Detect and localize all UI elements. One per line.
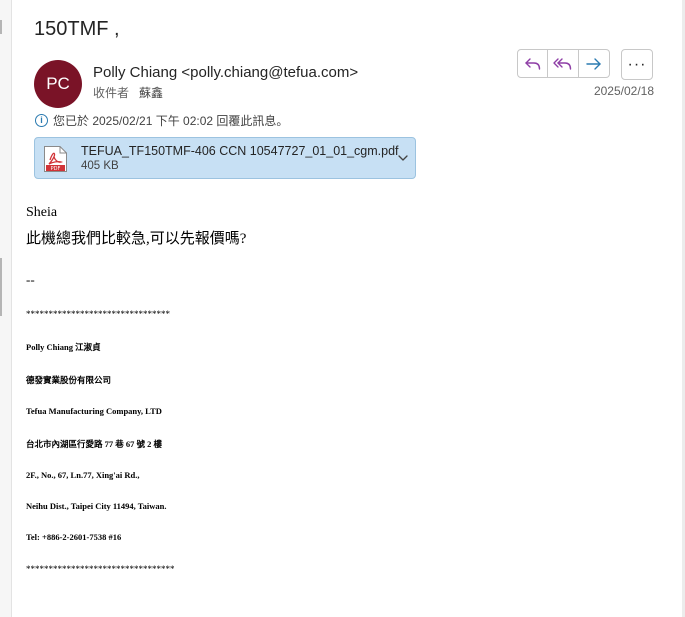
body-greeting: Sheia	[26, 205, 58, 220]
pdf-label: PDF	[51, 166, 61, 172]
chevron-down-icon[interactable]	[397, 152, 409, 164]
signature-line: *********************************	[26, 564, 175, 574]
signature-separator: --	[26, 272, 35, 287]
recipient-row: 收件者 蘇鑫	[93, 84, 163, 101]
attachment-filename[interactable]: TEFUA_TF150TMF-406 CCN 10547727_01_01_cg…	[81, 144, 399, 158]
email-subject: 150TMF ,	[34, 18, 120, 40]
sent-date: 2025/02/18	[593, 84, 654, 98]
signature-line: Tel: +886-2-2601-7538 #16	[26, 532, 122, 542]
sender-name[interactable]: Polly Chiang <polly.chiang@tefua.com>	[93, 64, 358, 81]
reply-all-icon	[553, 57, 572, 70]
info-icon: i	[35, 114, 48, 127]
message-actions	[517, 49, 610, 78]
reply-icon	[524, 57, 540, 70]
signature-line: 德發實業股份有限公司	[26, 375, 112, 385]
signature-line: Tefua Manufacturing Company, LTD	[26, 406, 162, 416]
reply-all-button[interactable]	[548, 49, 579, 78]
more-actions-button[interactable]: ···	[621, 49, 653, 80]
reply-notice: i 您已於 2025/02/21 下午 02:02 回覆此訊息。	[35, 112, 288, 129]
signature-line: Neihu Dist., Taipei City 11494, Taiwan.	[26, 501, 167, 511]
reply-button[interactable]	[517, 49, 548, 78]
attachment-size: 405 KB	[81, 160, 119, 172]
edge-mark	[0, 20, 2, 34]
forward-button[interactable]	[579, 49, 610, 78]
left-panel-edge	[0, 0, 12, 617]
signature-line: Polly Chiang 江淑貞	[26, 342, 101, 352]
forward-icon	[586, 57, 601, 70]
signature-line: 台北市內湖區行愛路 77 巷 67 號 2 樓	[26, 439, 163, 449]
attachment-card[interactable]: PDF TEFUA_TF150TMF-406 CCN 10547727_01_0…	[34, 137, 416, 179]
to-label: 收件者	[93, 86, 130, 100]
avatar[interactable]: PC	[34, 60, 82, 108]
body-message: 此機總我們比較急,可以先報價嗎?	[26, 231, 247, 247]
reply-notice-text: 您已於 2025/02/21 下午 02:02 回覆此訊息。	[53, 114, 289, 128]
edge-mark	[0, 258, 2, 316]
signature-line: 2F., No., 67, Ln.77, Xing'ai Rd.,	[26, 470, 140, 480]
pdf-file-icon: PDF	[44, 146, 67, 172]
recipient-name[interactable]: 蘇鑫	[139, 86, 163, 100]
signature-line: ********************************	[26, 309, 170, 319]
